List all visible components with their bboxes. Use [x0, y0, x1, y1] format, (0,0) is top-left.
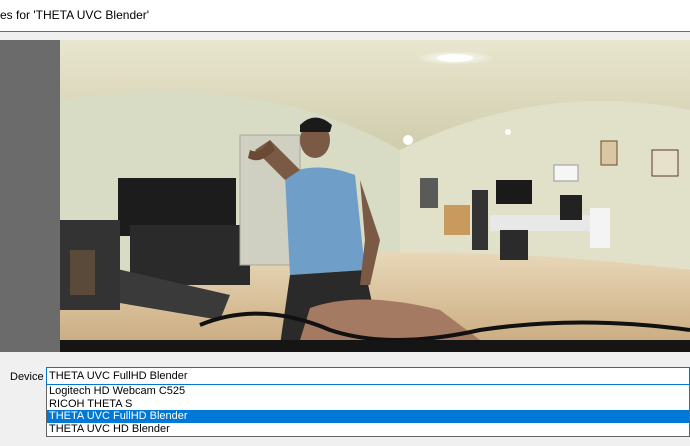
device-select-value: THETA UVC FullHD Blender	[49, 370, 188, 382]
camera-preview	[60, 40, 690, 352]
preview-side-strip	[0, 40, 60, 352]
device-option-logitech[interactable]: Logitech HD Webcam C525	[47, 385, 689, 398]
window-title: es for 'THETA UVC Blender'	[0, 8, 150, 22]
device-select[interactable]: THETA UVC FullHD Blender	[46, 367, 690, 385]
device-option-theta-uvc-fullhd[interactable]: THETA UVC FullHD Blender	[47, 410, 689, 423]
device-option-theta-uvc-hd[interactable]: THETA UVC HD Blender	[47, 423, 689, 436]
dialog-bottom	[0, 437, 690, 446]
device-dropdown-list[interactable]: Logitech HD Webcam C525 RICOH THETA S TH…	[46, 385, 690, 437]
device-option-ricoh-theta-s[interactable]: RICOH THETA S	[47, 398, 689, 411]
camera-preview-image	[60, 40, 690, 352]
device-label: Device	[10, 371, 44, 383]
window-titlebar: es for 'THETA UVC Blender'	[0, 0, 690, 32]
